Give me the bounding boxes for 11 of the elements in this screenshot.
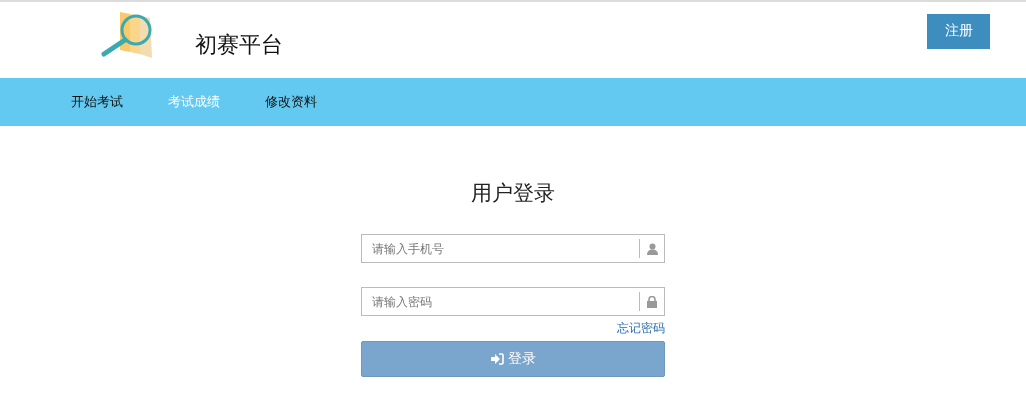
register-button[interactable]: 注册	[927, 13, 990, 49]
site-title: 初赛平台	[195, 31, 283, 59]
login-title: 用户登录	[470, 180, 556, 207]
sign-in-icon	[490, 353, 504, 365]
nav-tab[interactable]: 开始考试	[71, 93, 123, 111]
forgot-password-link[interactable]: 忘记密码	[617, 320, 665, 337]
input-field[interactable]: 请输入密码	[361, 287, 665, 316]
lock-icon	[647, 295, 657, 308]
user-icon	[646, 242, 658, 255]
input-field[interactable]: 请输入手机号	[361, 234, 665, 263]
nav-tab[interactable]: 修改资料	[265, 93, 317, 111]
